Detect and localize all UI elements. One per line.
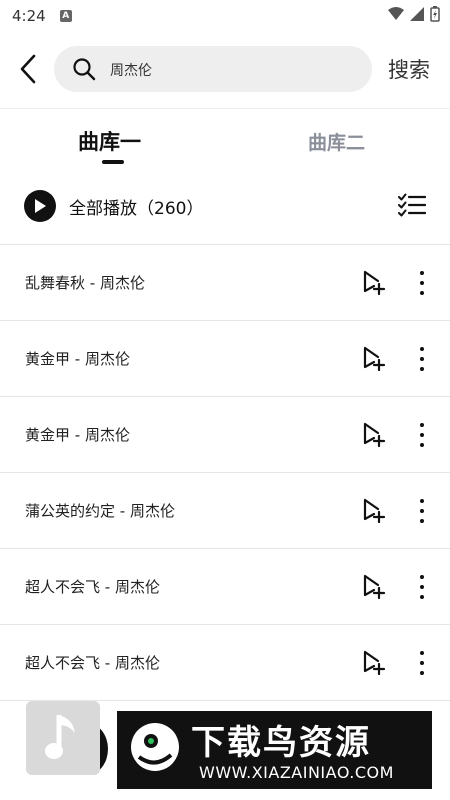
library-tabs: 曲库一 曲库二 [0,120,450,168]
more-dot [420,661,424,665]
add-to-playlist-icon [363,346,386,372]
more-dot [420,367,424,371]
add-to-playlist-icon [363,498,386,524]
song-title: 超人不会飞 - 周杰伦 [25,578,160,596]
search-icon [73,58,96,81]
wifi-icon [388,7,404,20]
more-dot [420,509,424,513]
more-vertical-icon [420,271,424,275]
more-options-button[interactable] [414,497,430,525]
more-vertical-icon [420,651,424,655]
search-query: 周杰伦 [110,63,152,79]
chevron-left-icon [20,54,36,84]
more-dot [420,357,424,361]
add-to-playlist-icon [363,422,386,448]
add-to-playlist-button[interactable] [362,422,386,452]
song-row[interactable]: 蒲公英的约定 - 周杰伦 [0,472,450,548]
more-options-button[interactable] [414,269,430,297]
music-note-icon [45,715,75,759]
more-dot [420,671,424,675]
tab-active-indicator [102,160,124,164]
more-options-button[interactable] [414,573,430,601]
tab-library-2[interactable]: 曲库二 [308,128,365,155]
add-to-playlist-button[interactable] [362,346,386,376]
more-dot [420,443,424,447]
add-to-playlist-button[interactable] [362,498,386,528]
more-vertical-icon [420,423,424,427]
search-header: 周杰伦 搜索 [0,42,450,96]
more-dot [420,281,424,285]
status-icons [388,6,440,22]
more-dot [420,291,424,295]
song-title: 乱舞春秋 - 周杰伦 [25,274,145,292]
song-list: 乱舞春秋 - 周杰伦 黄金甲 - 周杰伦 黄金甲 - 周杰伦蒲公英的约定 - 周杰伦… [0,244,450,700]
more-dot [420,433,424,437]
more-vertical-icon [420,499,424,503]
song-title: 黄金甲 - 周杰伦 [25,350,130,368]
bird-logo-icon [131,723,179,771]
tab-library-1[interactable]: 曲库一 [78,126,141,156]
add-to-playlist-button[interactable] [362,574,386,604]
status-time: 4:24 [12,7,46,25]
more-options-button[interactable] [414,649,430,677]
back-button[interactable] [12,50,44,88]
checklist-icon [398,193,427,217]
add-to-playlist-button[interactable] [362,270,386,300]
song-row[interactable]: 乱舞春秋 - 周杰伦 [0,244,450,320]
more-vertical-icon [420,575,424,579]
song-row[interactable]: 超人不会飞 - 周杰伦 [0,624,450,700]
more-options-button[interactable] [414,345,430,373]
battery-icon [430,6,440,22]
signal-icon [410,7,424,21]
add-to-playlist-icon [363,574,386,600]
search-input[interactable]: 周杰伦 [54,46,372,92]
song-title: 超人不会飞 - 周杰伦 [25,654,160,672]
song-row[interactable]: 黄金甲 - 周杰伦 [0,320,450,396]
multi-select-button[interactable] [398,193,427,221]
play-icon [24,190,56,222]
more-vertical-icon [420,347,424,351]
album-art [26,701,100,775]
more-dot [420,595,424,599]
song-title: 黄金甲 - 周杰伦 [25,426,130,444]
more-dot [420,519,424,523]
add-to-playlist-button[interactable] [362,650,386,680]
play-all-label: 全部播放（260） [69,198,204,219]
notification-icon: A [59,10,72,22]
search-button[interactable]: 搜索 [388,54,430,84]
watermark-title: 下载鸟资源 [191,723,371,763]
add-to-playlist-icon [363,270,386,296]
add-to-playlist-icon [363,650,386,676]
song-title: 蒲公英的约定 - 周杰伦 [25,502,175,520]
watermark-url: WWW.XIAZAINIAO.COM [199,763,394,782]
song-row[interactable]: 超人不会飞 - 周杰伦 [0,548,450,624]
play-all-button[interactable]: 全部播放（260） [24,188,203,224]
status-bar: 4:24 A [0,0,450,32]
header-divider [0,108,450,109]
watermark-banner: 下载鸟资源 WWW.XIAZAINIAO.COM [117,711,432,789]
more-options-button[interactable] [414,421,430,449]
more-dot [420,585,424,589]
song-row[interactable]: 黄金甲 - 周杰伦 [0,396,450,472]
